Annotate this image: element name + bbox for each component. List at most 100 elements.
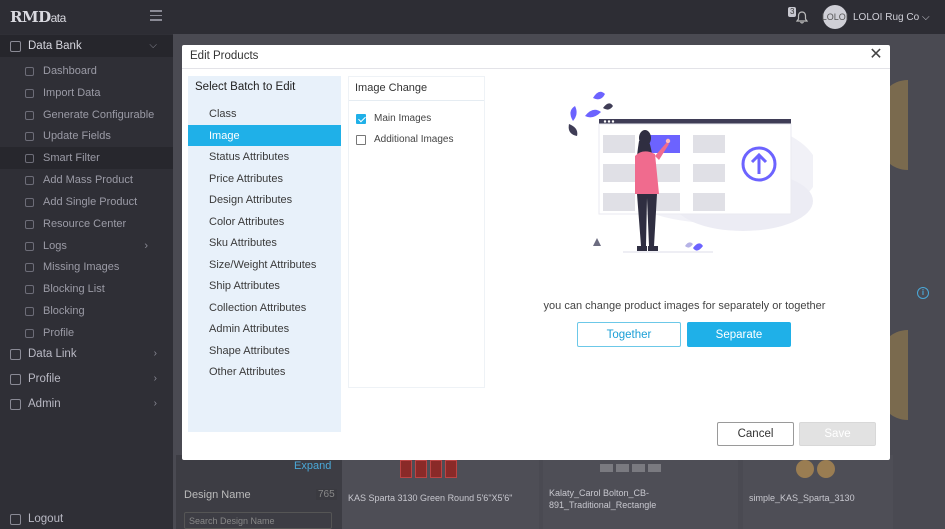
batch-item-design-attributes[interactable]: Design Attributes — [188, 189, 341, 210]
company-menu[interactable]: LOLOI Rug Co ⌵ — [853, 12, 930, 23]
chevron-down-icon: ⌵ — [149, 40, 157, 51]
batch-item-sku-attributes[interactable]: Sku Attributes — [188, 232, 341, 253]
batch-item-admin-attributes[interactable]: Admin Attributes — [188, 318, 341, 339]
batch-item-ship-attributes[interactable]: Ship Attributes — [188, 275, 341, 296]
main-images-label: Main Images — [374, 113, 432, 124]
chevron-right-icon: › — [153, 398, 157, 409]
resource-icon — [25, 219, 34, 229]
sidebar-item-logs[interactable]: Logs › — [0, 235, 173, 257]
logout-button[interactable]: Logout — [0, 508, 173, 529]
database-icon — [10, 40, 21, 52]
main-images-option[interactable]: Main Images — [356, 113, 431, 124]
avatar[interactable]: LOLOI — [822, 5, 848, 29]
batch-item-image[interactable]: Image — [188, 125, 341, 146]
logs-icon — [25, 241, 34, 251]
save-button[interactable]: Save — [799, 422, 876, 446]
design-count-badge: 765 — [316, 489, 337, 500]
sidebar-item-label: Logs — [43, 240, 67, 252]
filter-icon — [25, 153, 34, 163]
cancel-button[interactable]: Cancel — [717, 422, 794, 446]
design-search-input[interactable]: Search Design Name — [184, 512, 332, 529]
sidebar-item-add-mass-product[interactable]: Add Mass Product — [0, 169, 173, 191]
logo-sub-text: ata — [50, 11, 67, 25]
batch-item-color-attributes[interactable]: Color Attributes — [188, 211, 341, 232]
import-icon — [25, 88, 34, 98]
sidebar-item-blocking-list[interactable]: Blocking List — [0, 278, 173, 300]
sidebar-item-missing-images[interactable]: Missing Images — [0, 256, 173, 278]
product-card[interactable]: KAS Sparta 3130 Green Round 5'6"X5'6" — [342, 455, 539, 529]
sidebar-item-label: Profile — [43, 327, 75, 339]
product-card-label: simple_KAS_Sparta_3130 — [749, 493, 855, 503]
admin-icon — [10, 398, 21, 410]
chevron-right-icon: › — [153, 348, 157, 359]
top-bar: RMData 3 LOLOI LOLOI Rug Co ⌵ — [0, 0, 945, 34]
sidebar-item-generate-configurable[interactable]: Generate Configurable — [0, 104, 173, 126]
sidebar-section-admin[interactable]: Admin › — [0, 393, 173, 415]
additional-images-checkbox[interactable] — [356, 134, 366, 145]
sidebar-item-profile[interactable]: Profile — [0, 322, 173, 344]
user-icon — [25, 328, 34, 338]
product-card[interactable]: simple_KAS_Sparta_3130 — [743, 455, 893, 529]
sidebar-item-blocking[interactable]: Blocking — [0, 300, 173, 322]
app-logo[interactable]: RMData — [10, 8, 66, 26]
product-thumbnails — [600, 464, 661, 472]
product-card-label: KAS Sparta 3130 Green Round 5'6"X5'6" — [348, 493, 513, 503]
sidebar-section-data-bank[interactable]: Data Bank ⌵ — [0, 35, 173, 57]
sidebar-section-data-link[interactable]: Data Link › — [0, 343, 173, 365]
batch-item-size-weight-attributes[interactable]: Size/Weight Attributes — [188, 254, 341, 275]
expand-link[interactable]: Expand — [294, 460, 331, 472]
product-thumbnails — [400, 460, 457, 478]
main-images-checkbox[interactable] — [356, 113, 366, 124]
batch-item-status-attributes[interactable]: Status Attributes — [188, 146, 341, 167]
sidebar-item-smart-filter[interactable]: Smart Filter — [0, 147, 173, 169]
sidebar-item-resource-center[interactable]: Resource Center — [0, 213, 173, 235]
sidebar-section-profile[interactable]: Profile › — [0, 368, 173, 390]
modal-title: Edit Products — [190, 50, 259, 62]
together-button[interactable]: Together — [577, 322, 681, 347]
company-name: LOLOI Rug Co — [853, 12, 920, 23]
sidebar-section-label: Data Link — [28, 348, 77, 360]
sidebar-item-label: Import Data — [43, 87, 101, 99]
chevron-right-icon: › — [153, 373, 157, 384]
sidebar-item-update-fields[interactable]: Update Fields — [0, 125, 173, 147]
sidebar-item-label: Dashboard — [43, 65, 97, 77]
sidebar-item-label: Smart Filter — [43, 152, 100, 164]
upload-illustration — [568, 91, 813, 253]
settings-icon — [25, 110, 34, 120]
sidebar-item-label: Add Mass Product — [43, 174, 133, 186]
image-change-description: you can change product images for separa… — [543, 300, 826, 312]
sidebar-section-label: Profile — [28, 373, 61, 385]
sidebar-item-import-data[interactable]: Import Data — [0, 82, 173, 104]
sidebar-item-add-single-product[interactable]: Add Single Product — [0, 191, 173, 213]
sidebar: Data Bank ⌵ Dashboard Import Data Genera… — [0, 34, 173, 529]
sidebar-item-label: Missing Images — [43, 261, 120, 273]
batch-item-shape-attributes[interactable]: Shape Attributes — [188, 340, 341, 361]
edit-products-modal: Edit Products ✕ Select Batch to Edit Cla… — [182, 45, 890, 460]
product-thumbnails — [796, 460, 835, 478]
sidebar-section-label: Admin — [28, 398, 61, 410]
logout-icon — [10, 513, 21, 525]
sidebar-item-dashboard[interactable]: Dashboard — [0, 60, 173, 82]
batch-item-collection-attributes[interactable]: Collection Attributes — [188, 297, 341, 318]
additional-images-option[interactable]: Additional Images — [356, 134, 454, 145]
menu-toggle-icon[interactable] — [150, 10, 162, 22]
batch-item-class[interactable]: Class — [188, 103, 341, 124]
info-icon[interactable]: i — [917, 287, 929, 299]
sidebar-item-label: Blocking — [43, 305, 85, 317]
batch-item-price-attributes[interactable]: Price Attributes — [188, 168, 341, 189]
separate-button[interactable]: Separate — [687, 322, 791, 347]
profile-icon — [10, 373, 21, 385]
design-name-heading: Design Name — [184, 489, 251, 501]
bell-icon — [796, 11, 808, 24]
illustration-panel: you can change product images for separa… — [493, 76, 876, 388]
sidebar-item-label: Update Fields — [43, 130, 111, 142]
notifications-button[interactable]: 3 — [788, 7, 809, 26]
product-card-label: Kalaty_Carol Bolton_CB-891_Traditional_R… — [549, 488, 657, 510]
logout-label: Logout — [28, 513, 64, 525]
batch-item-other-attributes[interactable]: Other Attributes — [188, 361, 341, 382]
plus-icon — [25, 175, 34, 185]
sidebar-item-label: Resource Center — [43, 218, 127, 230]
product-card[interactable]: Kalaty_Carol Bolton_CB-891_Traditional_R… — [543, 455, 738, 529]
close-icon[interactable]: ✕ — [867, 46, 885, 64]
logo-main-text: RMD — [10, 8, 51, 26]
